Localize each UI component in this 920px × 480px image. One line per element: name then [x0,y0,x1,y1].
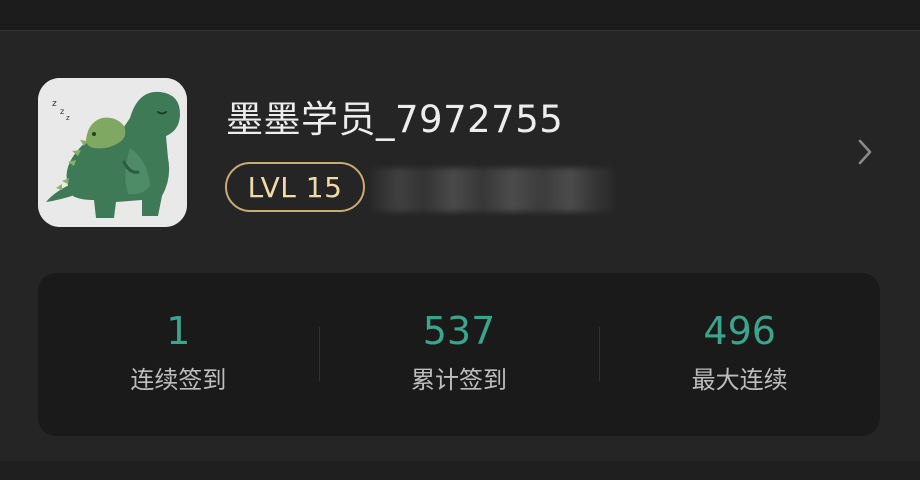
bottom-divider [0,461,920,480]
avatar[interactable]: z z z [38,78,187,227]
username: 墨墨学员_7972755 [226,98,564,141]
svg-text:z: z [52,99,57,109]
stat-value: 537 [422,308,496,353]
stat-value: 496 [703,308,776,353]
chevron-right-icon[interactable] [850,137,880,167]
stat-value: 1 [166,308,191,353]
stat-label: 累计签到 [411,365,507,394]
level-badge-label: LVL 15 [247,170,343,204]
top-bar [0,0,920,31]
sleeping-dinosaur-icon: z z z [38,78,187,227]
level-badge: LVL 15 [225,162,365,212]
stat-label: 最大连续 [691,365,788,394]
stat-consecutive-checkin[interactable]: 1 连续签到 [38,273,319,436]
stat-total-checkin[interactable]: 537 累计签到 [318,273,600,436]
redacted-user-id [370,168,615,212]
stat-label: 连续签到 [130,365,227,394]
stat-max-consecutive[interactable]: 496 最大连续 [599,273,880,436]
checkin-stats-panel: 1 连续签到 537 累计签到 496 最大连续 [38,273,880,436]
svg-text:z: z [60,107,64,116]
svg-text:z: z [66,114,70,122]
